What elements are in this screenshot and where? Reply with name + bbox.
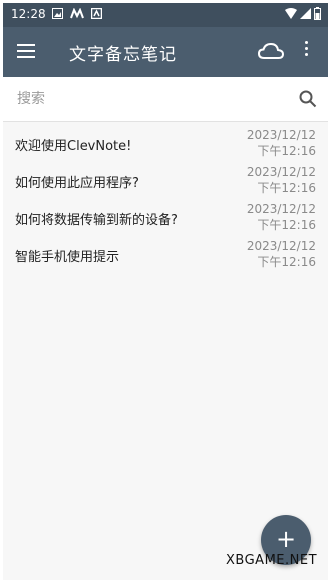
hamburger-line	[17, 50, 35, 52]
note-title: 智能手机使用提示	[15, 250, 120, 265]
status-bar: 12:28	[3, 3, 328, 27]
status-time: 12:28	[11, 7, 46, 21]
note-title: 如何将数据传输到新的设备?	[15, 213, 178, 228]
note-date: 2023/12/12	[246, 128, 316, 142]
note-timestamp: 2023/12/12 下午12:16	[247, 164, 316, 196]
wifi-icon	[285, 8, 297, 19]
search-icon[interactable]	[299, 90, 317, 108]
app-bar: 文字备忘笔记	[3, 27, 328, 77]
note-date: 2023/12/12	[246, 202, 316, 216]
note-item[interactable]: 如何将数据传输到新的设备? 2023/12/12 下午12:16	[3, 197, 328, 234]
note-time: 下午12:16	[257, 181, 316, 195]
more-dot	[304, 53, 308, 56]
more-options-button[interactable]	[301, 41, 311, 63]
note-timestamp: 2023/12/12 下午12:16	[247, 201, 316, 233]
note-time: 下午12:16	[257, 144, 316, 158]
note-item[interactable]: 智能手机使用提示 2023/12/12 下午12:16	[3, 234, 328, 271]
signal-m-icon	[70, 8, 84, 19]
hamburger-line	[17, 56, 35, 58]
note-timestamp: 2023/12/12 下午12:16	[247, 127, 316, 159]
note-item[interactable]: 欢迎使用ClevNote! 2023/12/12 下午12:16	[3, 123, 328, 160]
note-time: 下午12:16	[257, 255, 316, 269]
note-time: 下午12:16	[257, 218, 316, 232]
image-icon	[52, 8, 63, 19]
note-item[interactable]: 如何使用此应用程序? 2023/12/12 下午12:16	[3, 160, 328, 197]
note-timestamp: 2023/12/12 下午12:16	[247, 238, 316, 270]
note-title: 如何使用此应用程序?	[15, 176, 139, 191]
cell-signal-icon	[300, 8, 311, 19]
app-notification-icon	[91, 8, 102, 19]
search-input[interactable]	[15, 87, 289, 111]
note-title: 欢迎使用ClevNote!	[15, 139, 132, 154]
watermark: XBGAME.NET	[226, 553, 318, 568]
note-list: 欢迎使用ClevNote! 2023/12/12 下午12:16 如何使用此应用…	[3, 123, 328, 271]
note-date: 2023/12/12	[246, 239, 316, 253]
search-bar	[3, 77, 328, 122]
app-frame: 12:28 文字备忘笔记 搜索 欢迎使用ClevNote! 2023/12/12…	[3, 3, 328, 580]
more-dot	[304, 47, 308, 50]
more-dot	[304, 41, 308, 44]
menu-button[interactable]	[17, 44, 35, 58]
app-title: 文字备忘笔记	[69, 45, 177, 65]
cloud-sync-icon[interactable]	[258, 41, 284, 61]
battery-icon	[314, 7, 321, 20]
hamburger-line	[17, 44, 35, 46]
note-date: 2023/12/12	[246, 165, 316, 179]
